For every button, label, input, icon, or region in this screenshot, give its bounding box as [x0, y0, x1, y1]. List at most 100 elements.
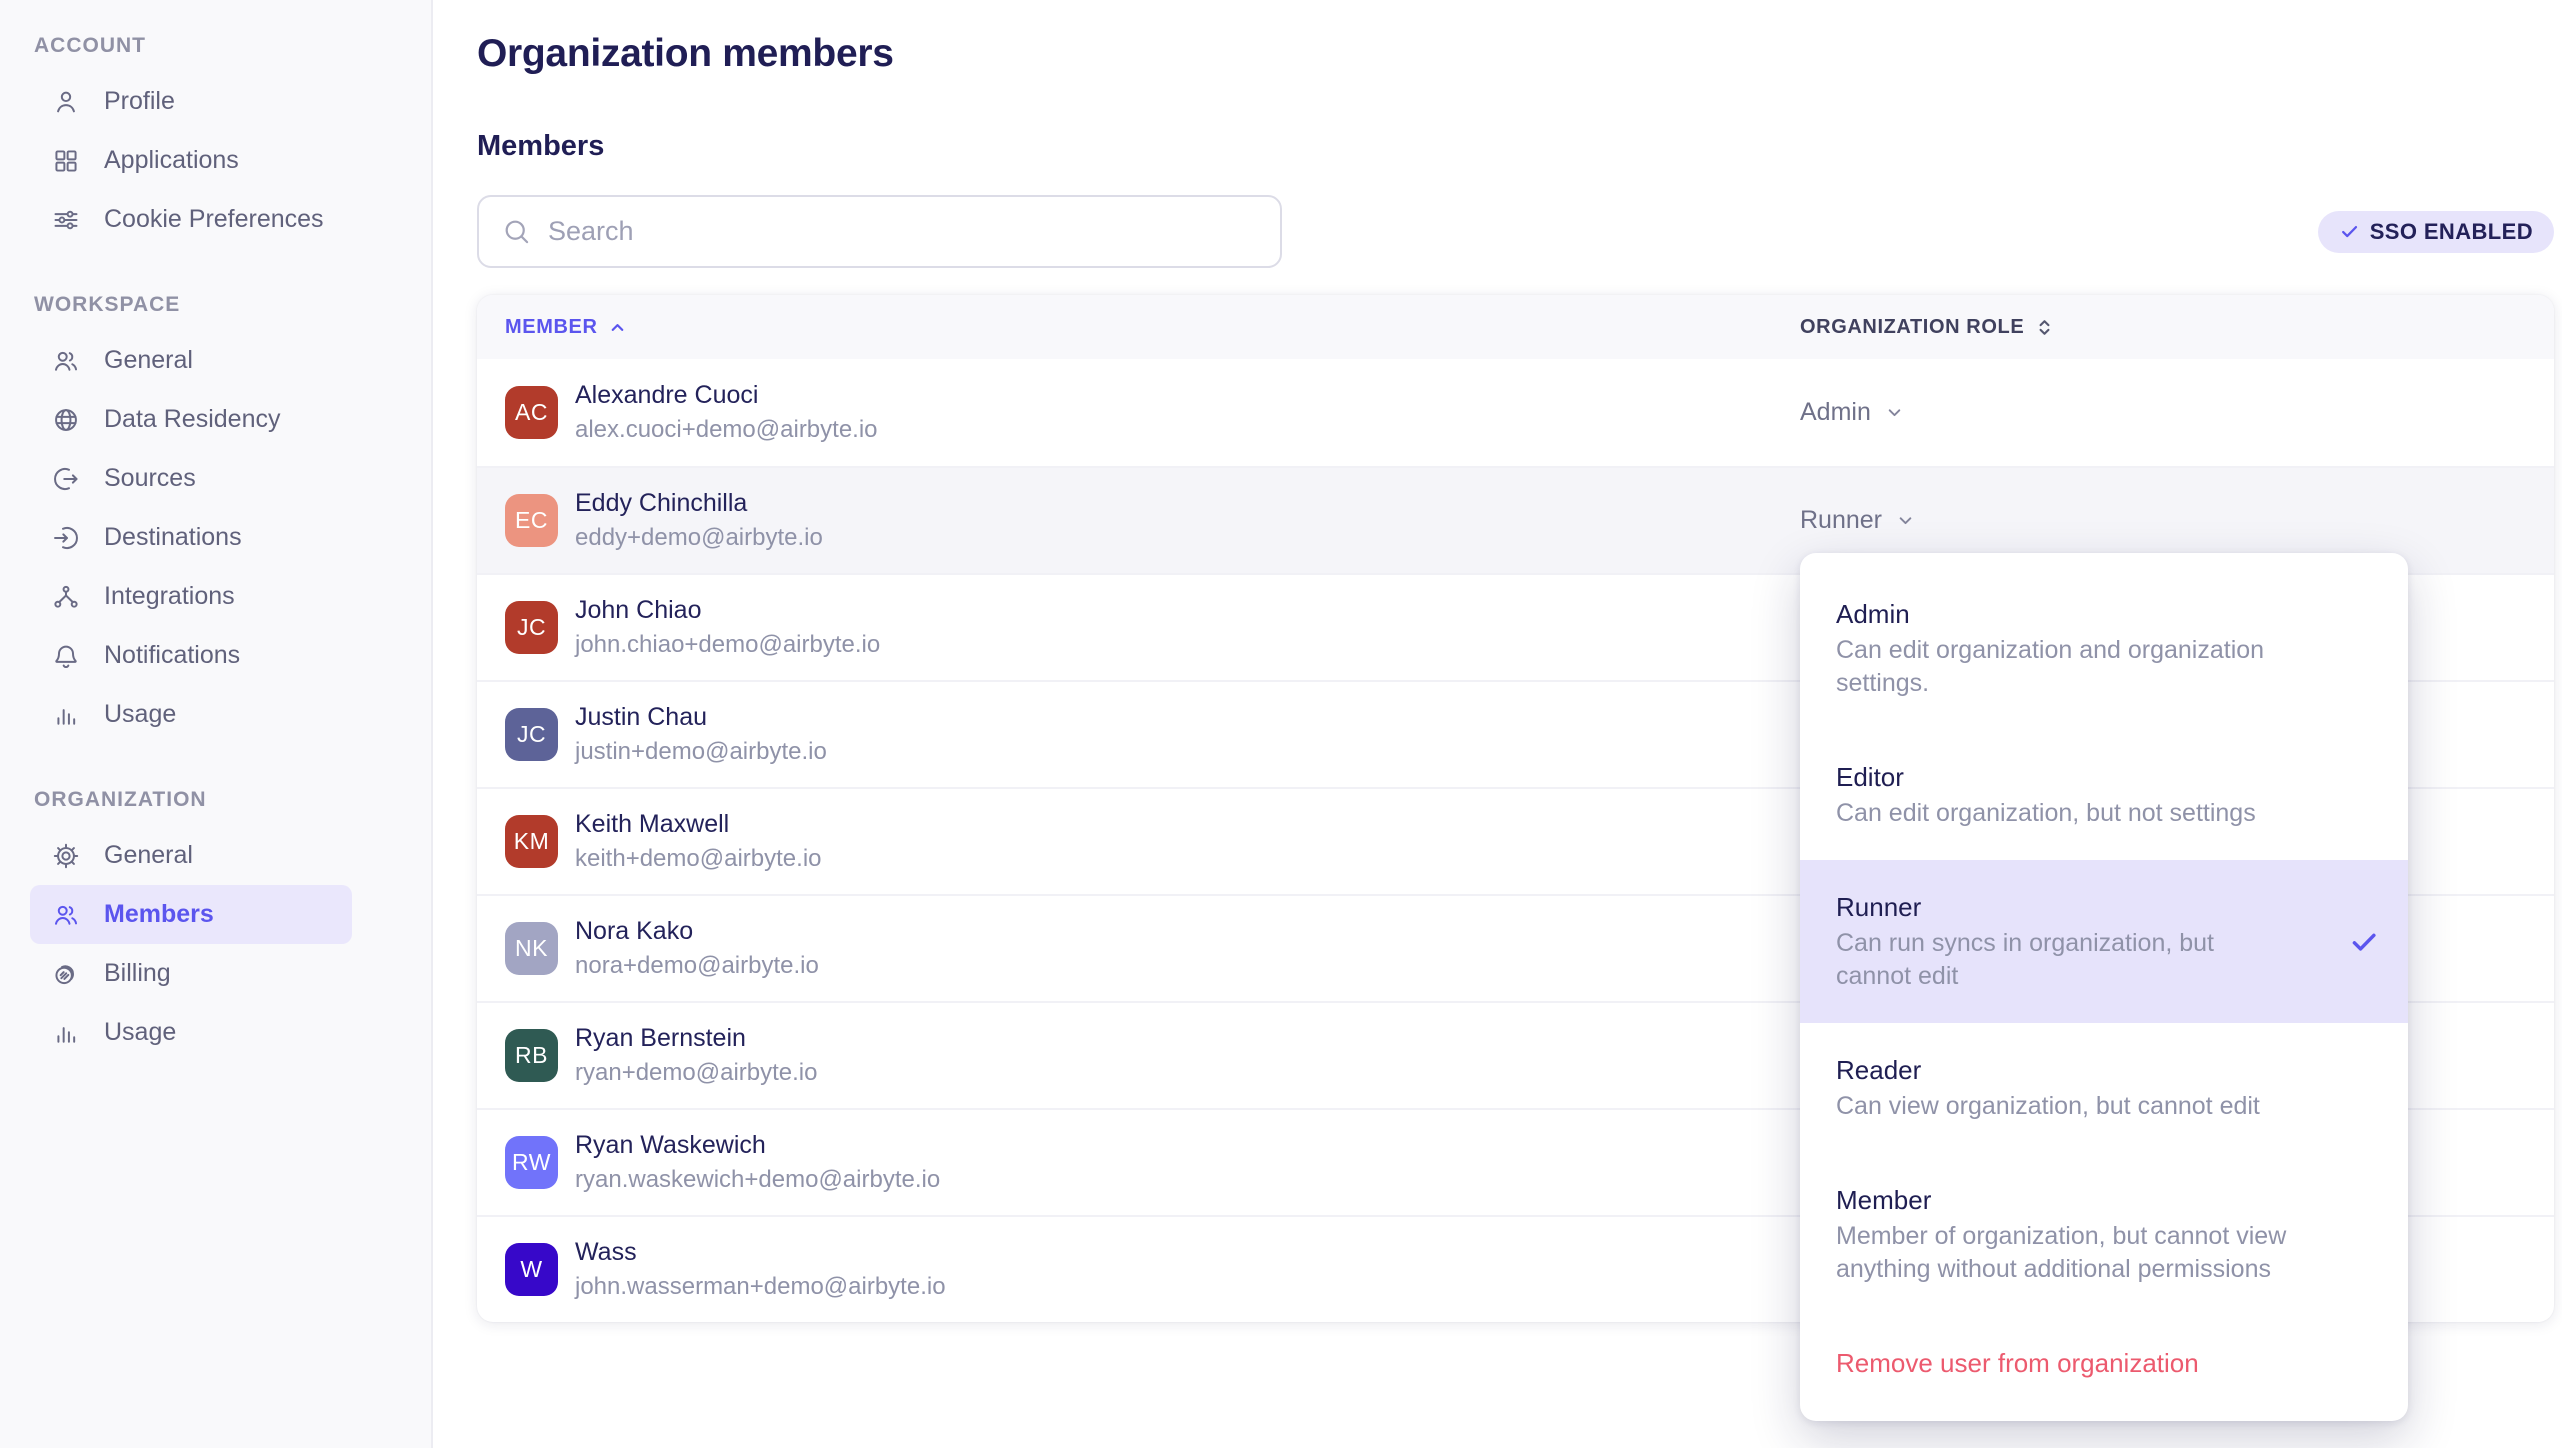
member-email: alex.cuoci+demo@airbyte.io: [575, 416, 878, 444]
check-icon: [2339, 221, 2360, 242]
role-option-reader[interactable]: ReaderCan view organization, but cannot …: [1800, 1023, 2408, 1153]
member-column-label: MEMBER: [505, 316, 598, 339]
avatar: JC: [505, 708, 558, 761]
role-option-description: Can view organization, but cannot edit: [1836, 1090, 2336, 1123]
grid-icon: [52, 147, 80, 175]
avatar: AC: [505, 386, 558, 439]
role-option-name: Runner: [1836, 890, 2372, 924]
sidebar-section-title-account: ACCOUNT: [34, 34, 431, 58]
sidebar-item-account-profile[interactable]: Profile: [30, 72, 352, 131]
bar-chart-icon: [52, 1019, 80, 1047]
settings-sidebar: ACCOUNT Profile ApplicationsCookie Prefere…: [0, 0, 433, 1448]
avatar: NK: [505, 922, 558, 975]
role-option-editor[interactable]: EditorCan edit organization, but not set…: [1800, 730, 2408, 860]
member-email: john.chiao+demo@airbyte.io: [575, 631, 880, 659]
table-row-alexandre-cuoci: AC Alexandre Cuoci alex.cuoci+demo@airbyte…: [477, 359, 2554, 466]
role-value: Admin: [1800, 398, 1871, 427]
bell-icon: [52, 642, 80, 670]
sidebar-item-workspace-usage[interactable]: Usage: [30, 685, 352, 744]
selected-check-icon: [2348, 926, 2380, 958]
destination-icon: [52, 524, 80, 552]
member-name: John Chiao: [575, 596, 880, 625]
sidebar-item-label: General: [104, 841, 193, 870]
gear-icon: [52, 842, 80, 870]
search-icon: [501, 216, 532, 247]
member-name: Eddy Chinchilla: [575, 489, 823, 518]
role-column-label: ORGANIZATION ROLE: [1800, 316, 2024, 339]
bar-chart-icon: [52, 701, 80, 729]
avatar: JC: [505, 601, 558, 654]
sidebar-item-workspace-sources[interactable]: Sources: [30, 449, 352, 508]
sidebar-item-label: Usage: [104, 1018, 176, 1047]
table-header-row: MEMBER ORGANIZATION ROLE: [477, 295, 2554, 359]
sidebar-section-organization: ORGANIZATION General Members Billing Usage: [30, 788, 431, 1062]
chevron-down-icon: [1895, 510, 1916, 531]
avatar: W: [505, 1243, 558, 1296]
member-email: nora+demo@airbyte.io: [575, 952, 819, 980]
sidebar-item-label: Profile: [104, 87, 175, 116]
column-header-member[interactable]: MEMBER: [505, 316, 1800, 339]
sidebar-item-label: Integrations: [104, 582, 235, 611]
sidebar-item-label: Destinations: [104, 523, 242, 552]
sidebar-item-workspace-destinations[interactable]: Destinations: [30, 508, 352, 567]
role-option-name: Editor: [1836, 760, 2372, 794]
source-icon: [52, 465, 80, 493]
column-header-organization-role[interactable]: ORGANIZATION ROLE: [1800, 316, 2554, 339]
avatar: EC: [505, 494, 558, 547]
avatar: RB: [505, 1029, 558, 1082]
billing-icon: [52, 960, 80, 988]
member-name: Wass: [575, 1238, 946, 1267]
sidebar-item-label: Billing: [104, 959, 171, 988]
remove-user-action[interactable]: Remove user from organization: [1800, 1316, 2408, 1407]
avatar: RW: [505, 1136, 558, 1189]
sidebar-item-account-applications[interactable]: Applications: [30, 131, 352, 190]
user-icon: [52, 88, 80, 116]
globe-icon: [52, 406, 80, 434]
role-option-description: Member of organization, but cannot view …: [1836, 1220, 2336, 1286]
users-icon: [52, 347, 80, 375]
role-dropdown-menu: AdminCan edit organization and organizat…: [1800, 553, 2408, 1421]
sidebar-item-label: Usage: [104, 700, 176, 729]
member-email: ryan.waskewich+demo@airbyte.io: [575, 1166, 940, 1194]
sidebar-item-label: Notifications: [104, 641, 240, 670]
chevron-down-icon: [1884, 402, 1905, 423]
member-email: eddy+demo@airbyte.io: [575, 524, 823, 552]
member-search-box[interactable]: [477, 195, 1282, 268]
role-select-eddy-chinchilla[interactable]: Runner: [1800, 506, 2554, 535]
member-email: john.wasserman+demo@airbyte.io: [575, 1273, 946, 1301]
sidebar-item-workspace-integrations[interactable]: Integrations: [30, 567, 352, 626]
sidebar-item-workspace-data-residency[interactable]: Data Residency: [30, 390, 352, 449]
role-value: Runner: [1800, 506, 1882, 535]
users-icon: [52, 901, 80, 929]
role-option-description: Can edit organization and organization s…: [1836, 634, 2336, 700]
sidebar-item-organization-members[interactable]: Members: [30, 885, 352, 944]
sidebar-item-workspace-general[interactable]: General: [30, 331, 352, 390]
member-email: keith+demo@airbyte.io: [575, 845, 822, 873]
search-input[interactable]: [548, 216, 1258, 247]
integrations-icon: [52, 583, 80, 611]
role-select-alexandre-cuoci[interactable]: Admin: [1800, 398, 2554, 427]
avatar: KM: [505, 815, 558, 868]
chevron-up-icon: [608, 318, 627, 337]
role-option-admin[interactable]: AdminCan edit organization and organizat…: [1800, 567, 2408, 730]
sidebar-section-title-organization: ORGANIZATION: [34, 788, 431, 812]
member-name: Keith Maxwell: [575, 810, 822, 839]
sidebar-item-workspace-notifications[interactable]: Notifications: [30, 626, 352, 685]
controls-row: SSO ENABLED: [477, 195, 2554, 268]
member-email: justin+demo@airbyte.io: [575, 738, 827, 766]
role-option-member[interactable]: MemberMember of organization, but cannot…: [1800, 1153, 2408, 1316]
sidebar-item-label: Sources: [104, 464, 196, 493]
role-option-runner[interactable]: RunnerCan run syncs in organization, but…: [1800, 860, 2408, 1023]
member-name: Alexandre Cuoci: [575, 381, 878, 410]
role-option-name: Reader: [1836, 1053, 2372, 1087]
sidebar-item-organization-general[interactable]: General: [30, 826, 352, 885]
sidebar-section-title-workspace: WORKSPACE: [34, 293, 431, 317]
sidebar-item-organization-billing[interactable]: Billing: [30, 944, 352, 1003]
sso-badge-label: SSO ENABLED: [2370, 219, 2533, 245]
sidebar-item-account-cookie-preferences[interactable]: Cookie Preferences: [30, 190, 352, 249]
member-name: Ryan Waskewich: [575, 1131, 940, 1160]
sort-icon: [2034, 317, 2055, 338]
sidebar-item-organization-usage[interactable]: Usage: [30, 1003, 352, 1062]
page-title: Organization members: [477, 32, 2562, 76]
member-name: Justin Chau: [575, 703, 827, 732]
